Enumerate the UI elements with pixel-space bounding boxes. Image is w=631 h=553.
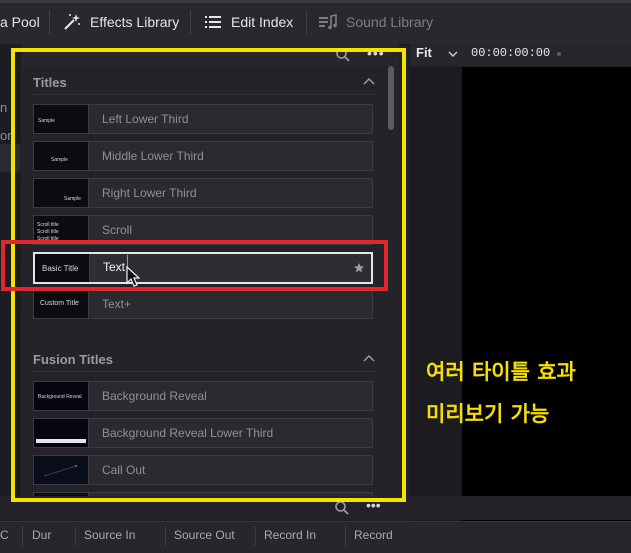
title-item-label: Background Reveal Lower Third (102, 426, 274, 440)
title-item-left-lower-third[interactable]: Sample Left Lower Third (33, 104, 373, 134)
title-thumbnail: Background Reveal (34, 382, 89, 410)
fusion-item-background-reveal-lower-third[interactable]: Background Reveal Lower Third (33, 418, 373, 448)
timecode-display: 00:00:00:00 (471, 46, 551, 60)
title-thumbnail: Scroll title Scroll title Scroll title (34, 216, 89, 244)
thumbnail-text: Sample (51, 157, 68, 163)
section-header-fusion-titles[interactable]: Fusion Titles (33, 352, 113, 367)
favorite-star-icon[interactable] (353, 262, 365, 274)
left-strip-text: n (0, 100, 8, 115)
thumbnail-graphic (43, 465, 77, 477)
column-header[interactable]: Record In (264, 528, 316, 542)
edit-index-column-header: C Dur Source In Source Out Record In Rec… (0, 521, 631, 553)
thumbnail-text: Background Reveal (38, 394, 82, 400)
search-icon[interactable] (335, 47, 351, 63)
title-item-label: Middle Lower Third (102, 149, 204, 163)
column-divider (345, 526, 346, 546)
title-item-text-plus[interactable]: Custom Title Text+ (33, 289, 373, 319)
left-strip-text: on (0, 128, 15, 143)
top-toolbar: a Pool Effects Library Edit Index Sound … (0, 0, 631, 45)
more-options-icon[interactable]: ••• (366, 497, 381, 513)
column-header[interactable]: C (0, 528, 9, 542)
thumbnail-text: Sample (38, 118, 55, 124)
sound-library-label: Sound Library (346, 14, 434, 30)
column-header[interactable]: Dur (32, 528, 51, 542)
search-icon[interactable] (334, 500, 350, 516)
panel-scrollbar[interactable] (388, 66, 394, 130)
sound-library-icon (319, 14, 337, 30)
title-item-middle-lower-third[interactable]: Sample Middle Lower Third (33, 141, 373, 171)
section-divider (33, 371, 376, 372)
chevron-up-icon[interactable] (363, 77, 375, 85)
title-thumbnail (34, 456, 89, 484)
media-pool-label: a Pool (0, 14, 40, 30)
title-item-label: Left Lower Third (102, 112, 189, 126)
timecode-indicator (557, 52, 561, 56)
title-thumbnail: Sample (34, 179, 89, 207)
column-header[interactable]: Record (354, 528, 393, 542)
section-divider (33, 94, 376, 95)
title-item-text-selected[interactable]: Basic Title Text (33, 252, 373, 284)
thumbnail-text: Scroll title (37, 222, 59, 228)
chevron-up-icon[interactable] (363, 354, 375, 362)
more-options-icon[interactable]: ••• (367, 44, 395, 66)
effects-library-button[interactable]: Effects Library (62, 0, 179, 44)
title-thumbnail (34, 419, 89, 447)
column-divider (165, 526, 166, 546)
title-item-label: Scroll (102, 223, 133, 237)
zoom-fit-dropdown[interactable]: Fit (416, 45, 432, 60)
column-divider (255, 526, 256, 546)
column-divider (22, 526, 23, 546)
fusion-item-background-reveal[interactable]: Background Reveal Background Reveal (33, 381, 373, 411)
viewer-canvas[interactable] (462, 67, 631, 524)
sound-library-button[interactable]: Sound Library (318, 0, 433, 44)
effects-library-label: Effects Library (90, 14, 180, 30)
toolbar-divider (49, 10, 50, 34)
viewer-gutter (410, 67, 462, 524)
left-panel-strip: n on (0, 44, 20, 524)
effects-library-panel: ••• Titles Sample Left Lower Third Sampl… (21, 44, 399, 514)
title-thumbnail: Sample (34, 105, 89, 133)
chevron-down-icon[interactable] (448, 50, 458, 58)
thumbnail-text: Custom Title (40, 300, 79, 307)
effects-wand-icon (64, 14, 80, 30)
edit-index-button[interactable]: Edit Index (203, 0, 293, 44)
column-divider (75, 526, 76, 546)
thumbnail-text: Sample (64, 196, 81, 202)
title-item-label: Text+ (102, 297, 132, 311)
edit-index-label: Edit Index (231, 14, 294, 30)
thumbnail-bar (36, 439, 86, 443)
title-item-label: Right Lower Third (102, 186, 197, 200)
thumbnail-text: Basic Title (42, 264, 79, 273)
thumbnail-text: Scroll title (37, 236, 59, 242)
section-header-titles[interactable]: Titles (33, 75, 67, 90)
column-header[interactable]: Source Out (174, 528, 235, 542)
column-header[interactable]: Source In (84, 528, 135, 542)
toolbar-divider (306, 10, 307, 34)
title-item-label: Background Reveal (102, 389, 207, 403)
left-strip-highlight (0, 144, 20, 172)
timeline-index-toolbar (0, 496, 631, 520)
fusion-item-call-out[interactable]: Call Out (33, 455, 373, 485)
toolbar-divider (190, 10, 191, 34)
mouse-cursor-icon (126, 266, 140, 287)
title-item-label: Text (103, 260, 126, 274)
media-pool-button[interactable]: a Pool (0, 0, 40, 44)
annotation-text: 여러 타이틀 효과 (426, 360, 576, 384)
annotation-text: 미리보기 가능 (426, 402, 550, 426)
thumbnail-text: Scroll title (37, 229, 59, 235)
title-thumbnail: Basic Title (35, 254, 90, 282)
title-item-right-lower-third[interactable]: Sample Right Lower Third (33, 178, 373, 208)
title-item-label: Call Out (102, 463, 146, 477)
title-item-scroll[interactable]: Scroll title Scroll title Scroll title S… (33, 215, 373, 245)
edit-index-list-icon (205, 16, 221, 28)
title-thumbnail: Sample (34, 142, 89, 170)
title-thumbnail: Custom Title (34, 290, 89, 318)
